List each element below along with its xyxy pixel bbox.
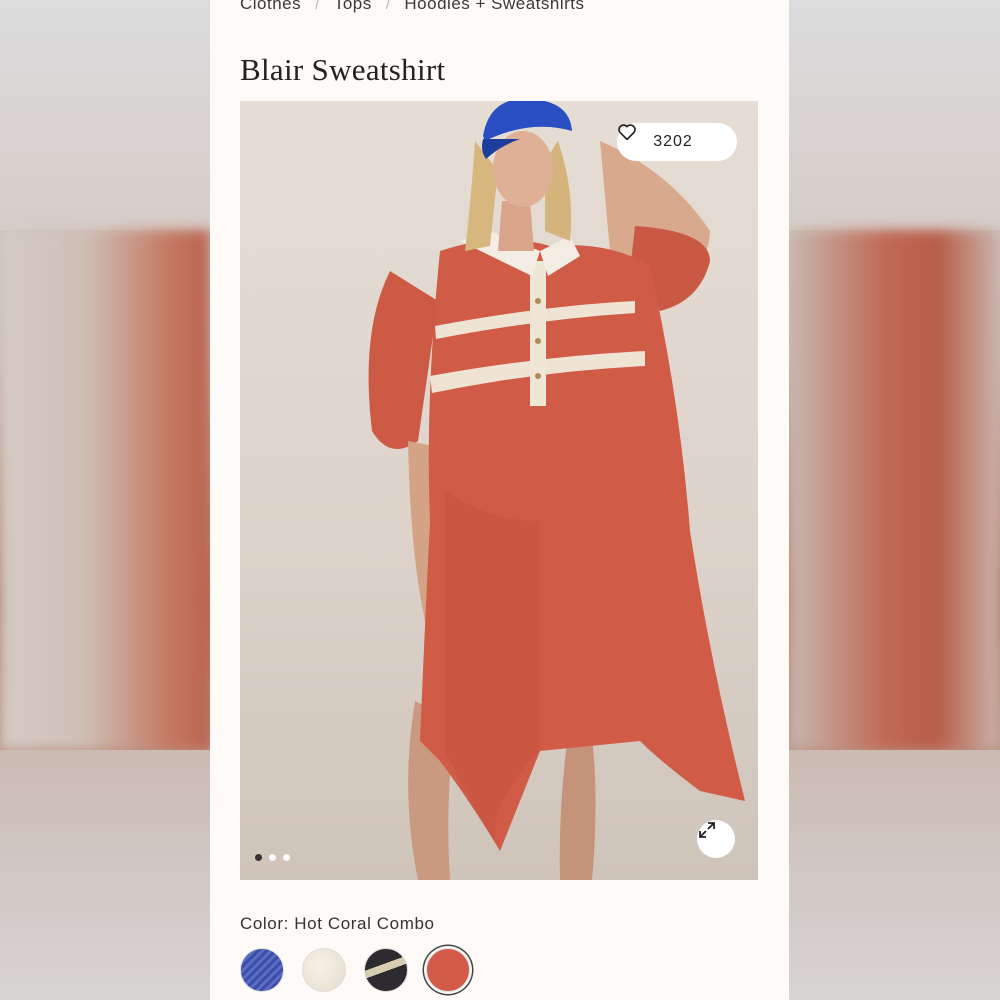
swatch-cream[interactable] [302, 948, 346, 992]
blurred-backdrop-left [0, 0, 210, 1000]
product-title: Blair Sweatshirt [240, 52, 446, 87]
swatch-blue[interactable] [240, 948, 284, 992]
like-button[interactable]: 3202 [617, 123, 737, 161]
breadcrumb-separator: / [315, 0, 320, 13]
product-photo [368, 101, 745, 880]
blurred-backdrop-right [789, 0, 1000, 1000]
breadcrumb-item-clothes[interactable]: Clothes [240, 0, 301, 14]
swatch-hot-coral[interactable] [426, 948, 470, 992]
garment-placket [530, 261, 546, 406]
carousel-dot-1[interactable] [255, 854, 262, 861]
breadcrumb-item-hoodies[interactable]: Hoodies + Sweatshirts [404, 0, 584, 14]
color-swatches [240, 948, 470, 992]
carousel-dots [255, 854, 290, 861]
product-image-carousel[interactable]: 3202 [240, 101, 758, 880]
color-label: Color: Hot Coral Combo [240, 914, 435, 933]
model-neck [498, 201, 534, 251]
product-panel: Clothes / Tops / Hoodies + Sweatshirts B… [210, 0, 789, 1000]
like-count: 3202 [653, 133, 693, 150]
garment-sleeve-left [368, 271, 438, 449]
expand-image-button[interactable] [697, 820, 735, 858]
breadcrumb-item-tops[interactable]: Tops [334, 0, 372, 14]
swatch-black-stripe[interactable] [364, 948, 408, 992]
carousel-dot-2[interactable] [269, 854, 276, 861]
breadcrumb-separator: / [385, 0, 391, 13]
breadcrumb: Clothes / Tops / Hoodies + Sweatshirts [240, 0, 585, 16]
carousel-dot-3[interactable] [283, 854, 290, 861]
